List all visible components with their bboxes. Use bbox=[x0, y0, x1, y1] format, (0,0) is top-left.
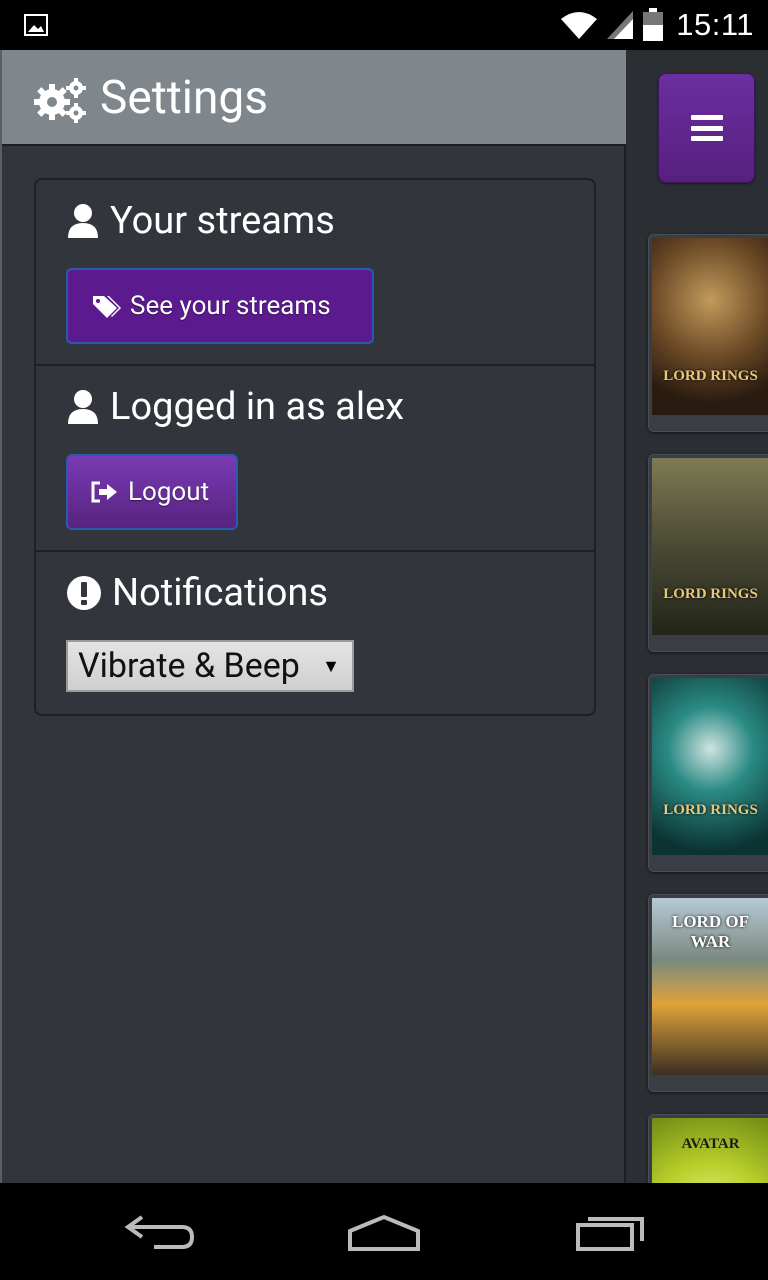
section-heading: Notifications bbox=[66, 570, 328, 616]
section-heading-text: Your streams bbox=[110, 199, 335, 243]
user-icon bbox=[68, 204, 98, 238]
poster-title: LORD RINGS bbox=[663, 586, 758, 602]
poster-card[interactable]: LORD RINGS bbox=[648, 454, 768, 652]
tags-icon bbox=[93, 296, 121, 318]
poster-image: AVATAR bbox=[652, 1118, 768, 1183]
signal-icon bbox=[607, 11, 634, 39]
poster-title: LORD RINGS bbox=[663, 368, 758, 384]
battery-icon bbox=[643, 8, 664, 41]
notifications-select[interactable]: Vibrate & Beep ▼ bbox=[66, 640, 354, 692]
section-heading: Logged in as alex bbox=[66, 384, 404, 430]
see-your-streams-button[interactable]: See your streams bbox=[66, 268, 374, 344]
home-icon[interactable] bbox=[346, 1213, 422, 1253]
dropdown-arrow-icon: ▼ bbox=[322, 656, 340, 677]
user-icon bbox=[68, 390, 98, 424]
app: LORD RINGS LORD RINGS LORD RINGS LORD OF… bbox=[0, 50, 768, 1183]
hamburger-icon bbox=[690, 115, 723, 141]
section-heading-text: Logged in as alex bbox=[110, 385, 405, 429]
settings-list: Your streams See your streams Logged in … bbox=[34, 178, 596, 716]
section-account: Logged in as alex Logout bbox=[36, 366, 594, 552]
status-icons: 15:11 bbox=[560, 0, 754, 50]
section-heading: Your streams bbox=[66, 198, 335, 244]
logout-button[interactable]: Logout bbox=[66, 454, 238, 530]
button-label: Logout bbox=[128, 477, 210, 507]
poster-title: LORD OF WAR bbox=[672, 912, 749, 951]
section-notifications: Notifications Vibrate & Beep ▼ bbox=[36, 552, 594, 714]
nav-bar bbox=[0, 1183, 768, 1280]
status-time: 15:11 bbox=[676, 7, 754, 42]
settings-panel: Settings Your streams See your streams L… bbox=[0, 50, 626, 1183]
poster-image: LORD OF WAR bbox=[652, 898, 768, 1075]
poster-title: AVATAR bbox=[681, 1136, 740, 1152]
back-icon[interactable] bbox=[124, 1213, 196, 1253]
panel-header: Settings bbox=[2, 50, 626, 146]
status-bar: 15:11 bbox=[0, 0, 768, 50]
poster-card[interactable]: LORD RINGS bbox=[648, 234, 768, 432]
poster-image: LORD RINGS bbox=[652, 458, 768, 635]
poster-card[interactable]: LORD OF WAR bbox=[648, 894, 768, 1092]
section-streams: Your streams See your streams bbox=[36, 180, 594, 366]
poster-card[interactable]: AVATAR bbox=[648, 1114, 768, 1183]
poster-image: LORD RINGS bbox=[652, 678, 768, 855]
poster-image: LORD RINGS bbox=[652, 238, 768, 415]
recents-icon[interactable] bbox=[574, 1213, 646, 1253]
select-value: Vibrate & Beep bbox=[78, 646, 300, 686]
poster-card[interactable]: LORD RINGS bbox=[648, 674, 768, 872]
page-title: Settings bbox=[100, 71, 268, 125]
button-label: See your streams bbox=[130, 291, 331, 321]
logout-icon bbox=[91, 481, 117, 503]
menu-button[interactable] bbox=[658, 73, 755, 183]
poster-title: LORD RINGS bbox=[663, 802, 758, 818]
section-heading-text: Notifications bbox=[112, 571, 329, 615]
image-icon bbox=[24, 14, 48, 36]
gears-icon bbox=[34, 78, 86, 123]
wifi-icon bbox=[561, 12, 598, 39]
exclamation-circle-icon bbox=[67, 576, 101, 610]
